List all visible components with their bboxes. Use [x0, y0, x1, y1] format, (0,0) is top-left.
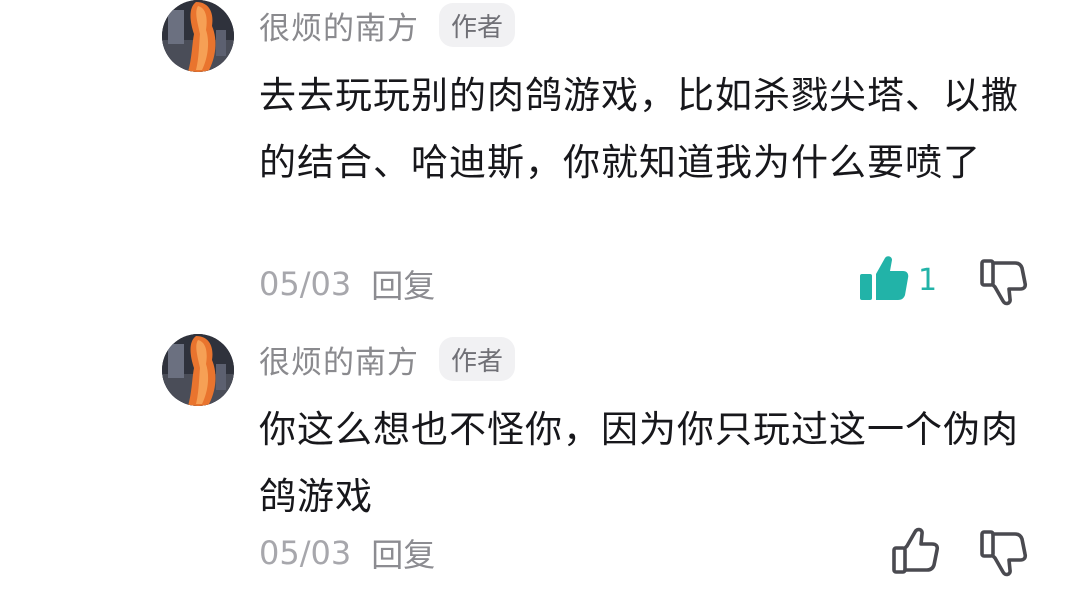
like-button[interactable]	[890, 526, 940, 576]
thumbs-up-icon	[890, 526, 940, 576]
comment-meta: 05/03 回复	[259, 262, 435, 306]
author-badge: 作者	[439, 3, 516, 47]
author-row: 很烦的南方 作者	[259, 336, 516, 382]
comment-date: 05/03	[259, 265, 352, 303]
author-badge: 作者	[439, 337, 516, 381]
comment-text: 你这么想也不怪你，因为你只玩过这一个伪肉鸽游戏	[259, 408, 1019, 518]
user-avatar[interactable]	[162, 334, 234, 406]
dislike-button[interactable]	[978, 528, 1028, 578]
comment-thread: 很烦的南方 作者 去去玩玩别的肉鸽游戏，比如杀戮尖塔、以撒的结合、哈迪斯，你就知…	[0, 0, 1080, 605]
thumbs-up-filled-icon	[858, 254, 910, 306]
like-count: 1	[918, 262, 938, 298]
thumbs-down-icon	[978, 257, 1028, 307]
username[interactable]: 很烦的南方	[259, 3, 419, 48]
reply-button[interactable]: 回复	[371, 530, 435, 576]
author-row: 很烦的南方 作者	[259, 2, 516, 48]
thumbs-down-icon	[978, 528, 1028, 578]
like-button[interactable]: 1	[858, 254, 937, 306]
comment-date: 05/03	[259, 534, 352, 572]
username[interactable]: 很烦的南方	[259, 337, 419, 382]
comment-item: 很烦的南方 作者 你这么想也不怪你，因为你只玩过这一个伪肉鸽游戏 05/03 回…	[0, 334, 1080, 605]
comment-text: 去去玩玩别的肉鸽游戏，比如杀戮尖塔、以撒的结合、哈迪斯，你就知道我为什么要喷了	[259, 74, 1019, 184]
comment-item: 很烦的南方 作者 去去玩玩别的肉鸽游戏，比如杀戮尖塔、以撒的结合、哈迪斯，你就知…	[0, 0, 1080, 310]
dislike-button[interactable]	[978, 257, 1028, 307]
user-avatar[interactable]	[162, 0, 234, 72]
comment-meta: 05/03 回复	[259, 531, 435, 575]
reply-button[interactable]: 回复	[371, 261, 435, 307]
